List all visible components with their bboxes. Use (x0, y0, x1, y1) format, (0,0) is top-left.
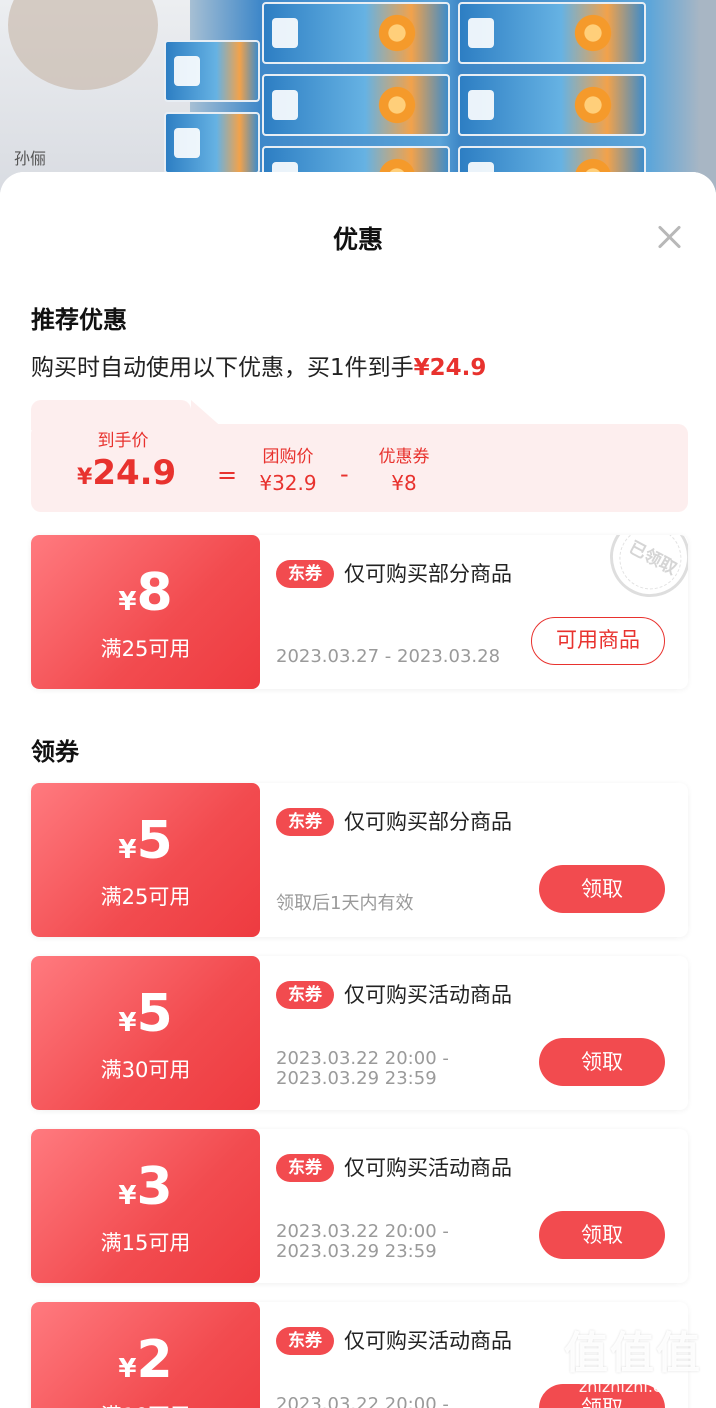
coupon-description: 仅可购买活动商品 (344, 1156, 512, 1180)
spokesperson-image: 孙俪 (0, 0, 190, 200)
coupon-discount-block: 优惠券 ¥8 (369, 442, 439, 495)
coupon-amount: ¥8 (118, 563, 173, 623)
claimed-stamp-text: 已领取 (625, 537, 680, 580)
coupon-condition: 满30可用 (100, 1058, 191, 1082)
coupon-validity-end: 2023.03.29 23:59 (276, 1068, 437, 1089)
sheet-title: 优惠 (332, 225, 383, 254)
coupon-condition: 满15可用 (100, 1231, 191, 1255)
coupon-description: 仅可购买部分商品 (344, 810, 512, 834)
coupon-tag: 东券 (276, 808, 334, 836)
coupon-tag: 东券 (276, 981, 334, 1009)
close-icon[interactable] (656, 224, 682, 250)
coupon-amount: ¥5 (118, 984, 173, 1044)
coupon-tag: 东券 (276, 560, 334, 588)
coupon-tag: 东券 (276, 1154, 334, 1182)
tissue-pack-image (262, 74, 450, 136)
claim-button[interactable]: 领取 (539, 865, 665, 913)
recommended-desc-price: ¥24.9 (413, 355, 487, 381)
coupon-value-panel: ¥8 满25可用 (31, 535, 260, 689)
product-image: 孙俪 (0, 0, 716, 200)
coupon-validity: 2023.03.27 - 2023.03.28 (276, 646, 501, 667)
coupon-description: 仅可购买部分商品 (344, 562, 512, 586)
tissue-pack-image (164, 112, 260, 174)
coupon-card: ¥5 满25可用 东券 仅可购买部分商品 领取后1天内有效 领取 (31, 783, 688, 937)
recommended-coupon-card: ¥8 满25可用 东券 仅可购买部分商品 2023.03.27 - 2023.0… (31, 535, 688, 689)
coupon-card: ¥3 满15可用 东券 仅可购买活动商品 2023.03.22 20:00 - … (31, 1129, 688, 1283)
equals-sign: = (217, 461, 238, 489)
recommended-desc-text: 购买时自动使用以下优惠，买1件到手 (31, 355, 414, 381)
coupon-value-panel: ¥5 满25可用 (31, 783, 260, 937)
coupon-discount-value: ¥8 (391, 471, 417, 495)
claim-button[interactable]: 领取 (539, 1038, 665, 1086)
coupon-description: 仅可购买活动商品 (344, 983, 512, 1007)
coupon-amount: ¥3 (118, 1157, 173, 1217)
coupon-validity-start: 2023.03.22 20:00 - (276, 1394, 449, 1408)
coupon-condition: 满10可用 (31, 1400, 260, 1408)
price-breakdown: 到手价 ¥24.9 = 团购价 ¥32.9 - 优惠券 ¥8 (31, 424, 688, 512)
coupon-sheet: 优惠 推荐优惠 购买时自动使用以下优惠，买1件到手¥24.9 到手价 ¥24.9… (0, 172, 716, 1408)
tissue-pack-image (458, 74, 646, 136)
coupon-value-panel: ¥3 满15可用 (31, 1129, 260, 1283)
tissue-pack-image (164, 40, 260, 102)
watermark-url: zhizhizhi.com (578, 1377, 688, 1396)
coupon-condition: 满25可用 (100, 637, 191, 661)
group-price-value: ¥32.9 (259, 471, 317, 495)
coupon-amount: ¥2 (118, 1330, 173, 1390)
spokesperson-name: 孙俪 (14, 149, 47, 168)
watermark-logo: 值值值 (564, 1328, 702, 1379)
coupon-description: 仅可购买活动商品 (344, 1329, 512, 1353)
recommended-section-title: 推荐优惠 (31, 306, 127, 334)
coupon-validity-start: 2023.03.22 20:00 - (276, 1048, 449, 1069)
group-price-label: 团购价 (262, 447, 314, 467)
coupon-validity-start: 2023.03.22 20:00 - (276, 1221, 449, 1242)
coupon-card: ¥5 满30可用 东券 仅可购买活动商品 2023.03.22 20:00 - … (31, 956, 688, 1110)
final-price-block: 到手价 ¥24.9 (77, 426, 177, 493)
site-watermark: 值值值 zhizhizhi.com (564, 1317, 702, 1396)
sheet-header: 优惠 (0, 172, 716, 302)
coupon-validity-end: 2023.03.29 23:59 (276, 1241, 437, 1262)
coupon-tag: 东券 (276, 1327, 334, 1355)
final-price-value: ¥24.9 (77, 453, 177, 493)
coupon-value-panel: ¥5 满30可用 (31, 956, 260, 1110)
tissue-pack-image (262, 2, 450, 64)
coupon-validity: 领取后1天内有效 (276, 893, 414, 914)
coupon-amount: ¥5 (118, 811, 173, 871)
group-price-block: 团购价 ¥32.9 (253, 442, 323, 495)
minus-sign: - (340, 460, 349, 488)
claim-button[interactable]: 领取 (539, 1211, 665, 1259)
recommended-description: 购买时自动使用以下优惠，买1件到手¥24.9 (31, 348, 486, 382)
coupon-condition: 满25可用 (100, 885, 191, 909)
applicable-products-button[interactable]: 可用商品 (531, 617, 665, 665)
claim-section-title: 领券 (31, 738, 79, 766)
final-price-label: 到手价 (97, 431, 149, 451)
claimed-stamp-icon: 已领取 (595, 535, 688, 612)
coupon-discount-label: 优惠券 (378, 447, 430, 467)
coupon-value-panel: ¥2 满10可用 (31, 1302, 260, 1408)
tissue-pack-image (458, 2, 646, 64)
